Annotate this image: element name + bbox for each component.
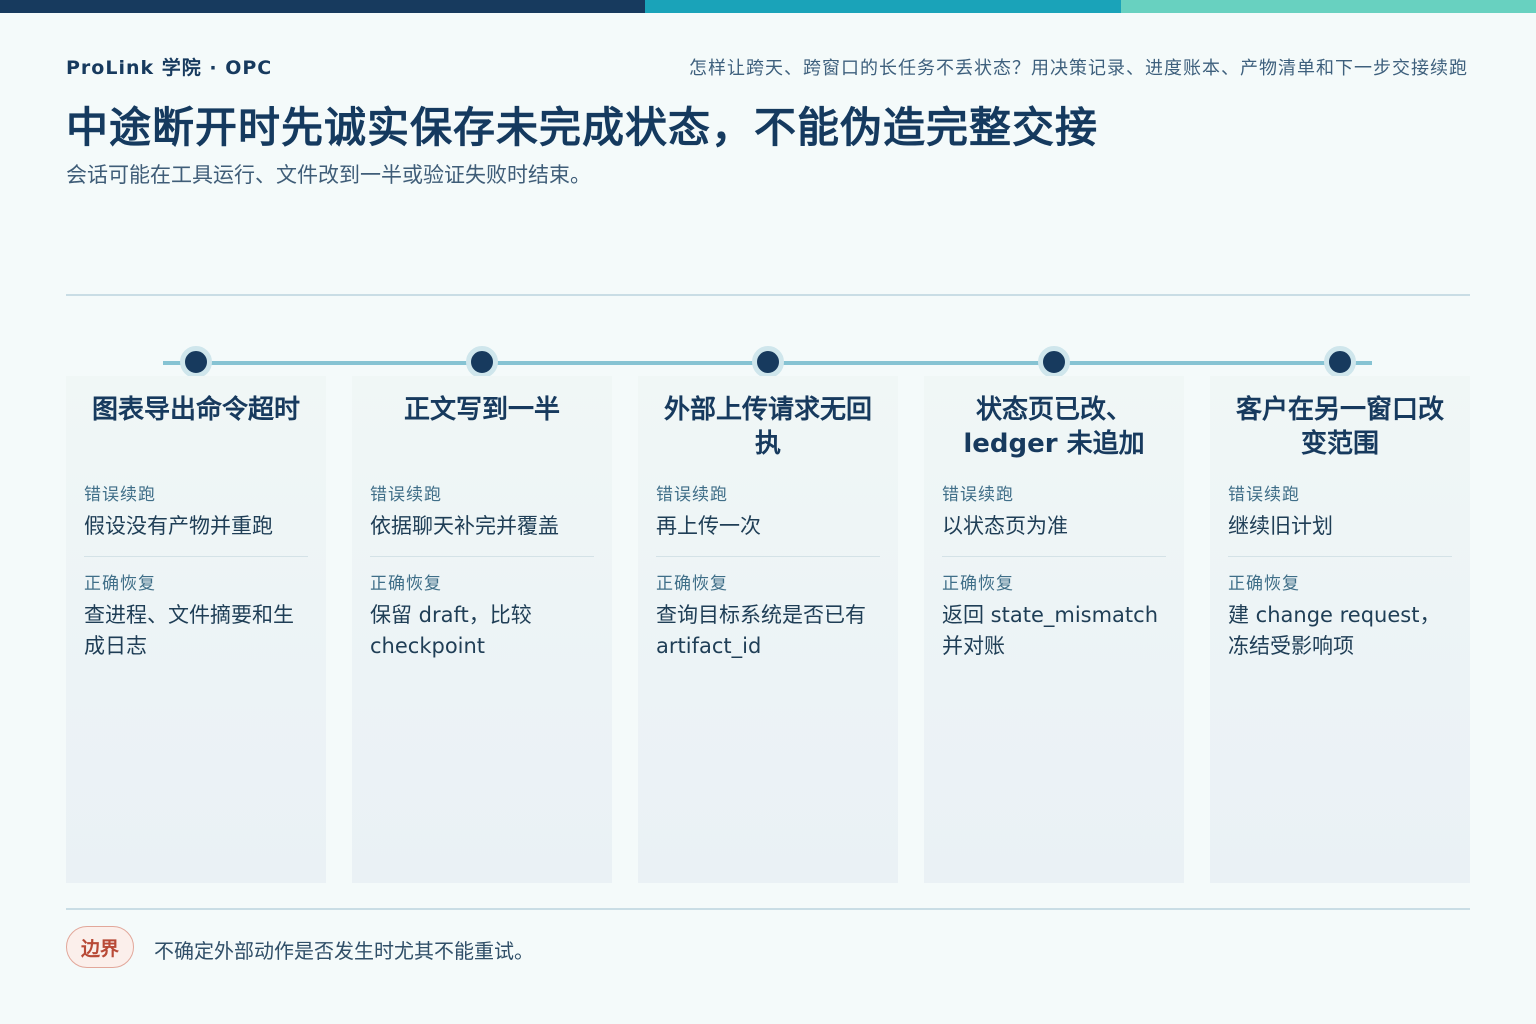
card-divider: [370, 556, 594, 557]
wrong-value: 继续旧计划: [1228, 514, 1333, 538]
scenario-card: 状态页已改、ledger 未追加 错误续跑 以状态页为准 正确恢复 返回 sta…: [924, 376, 1184, 883]
boundary-note: 不确定外部动作是否发生时尤其不能重试。: [154, 939, 534, 963]
right-value: 返回 state_mismatch 并对账: [942, 603, 1159, 658]
series-question: 怎样让跨天、跨窗口的长任务不丢状态？用决策记录、进度账本、产物清单和下一步交接续…: [689, 58, 1468, 79]
right-value: 查询目标系统是否已有 artifact_id: [656, 603, 866, 658]
card-divider: [1228, 556, 1452, 557]
wrong-value: 依据聊天补完并覆盖: [370, 514, 559, 538]
card-title: 状态页已改、ledger 未追加: [963, 395, 1145, 459]
boundary-badge: 边界: [66, 926, 134, 968]
wrong-value: 再上传一次: [656, 514, 761, 538]
timeline-dot: [180, 346, 212, 378]
accent-segment-mint: [1121, 0, 1536, 13]
top-divider: [66, 294, 1470, 296]
card-divider: [84, 556, 308, 557]
right-value: 查进程、文件摘要和生成日志: [84, 603, 294, 658]
scenario-card: 图表导出命令超时 错误续跑 假设没有产物并重跑 正确恢复 查进程、文件摘要和生成…: [66, 376, 326, 883]
right-label: 正确恢复: [942, 574, 1014, 594]
scenario-card: 客户在另一窗口改变范围 错误续跑 继续旧计划 正确恢复 建 change req…: [1210, 376, 1470, 883]
wrong-value: 假设没有产物并重跑: [84, 514, 273, 538]
scenario-card: 外部上传请求无回执 错误续跑 再上传一次 正确恢复 查询目标系统是否已有 art…: [638, 376, 898, 883]
card-title: 图表导出命令超时: [91, 395, 300, 425]
card-title: 正文写到一半: [403, 395, 560, 425]
timeline-dot: [466, 346, 498, 378]
accent-segment-teal: [645, 0, 1121, 13]
wrong-label: 错误续跑: [656, 485, 728, 505]
accent-segment-dark: [0, 0, 645, 13]
wrong-label: 错误续跑: [1228, 485, 1300, 505]
right-label: 正确恢复: [370, 574, 442, 594]
card-divider: [656, 556, 880, 557]
card-divider: [942, 556, 1166, 557]
timeline-dot: [1324, 346, 1356, 378]
card-title: 客户在另一窗口改变范围: [1235, 395, 1444, 459]
scenario-card: 正文写到一半 错误续跑 依据聊天补完并覆盖 正确恢复 保留 draft，比较 c…: [352, 376, 612, 883]
timeline-dot: [1038, 346, 1070, 378]
brand-label: ProLink 学院 · OPC: [66, 57, 273, 79]
bottom-divider: [66, 908, 1470, 910]
right-value: 保留 draft，比较 checkpoint: [370, 603, 532, 658]
timeline-dot: [752, 346, 784, 378]
right-value: 建 change request，冻结受影响项: [1228, 603, 1441, 658]
right-label: 正确恢复: [84, 574, 156, 594]
wrong-label: 错误续跑: [84, 485, 156, 505]
wrong-value: 以状态页为准: [942, 514, 1068, 538]
right-label: 正确恢复: [1228, 574, 1300, 594]
page-subtitle: 会话可能在工具运行、文件改到一半或验证失败时结束。: [66, 163, 591, 187]
wrong-label: 错误续跑: [942, 485, 1014, 505]
card-title: 外部上传请求无回执: [663, 395, 872, 459]
right-label: 正确恢复: [656, 574, 728, 594]
top-accent-bar: [0, 0, 1536, 13]
page-title: 中途断开时先诚实保存未完成状态，不能伪造完整交接: [66, 103, 1099, 152]
wrong-label: 错误续跑: [370, 485, 442, 505]
